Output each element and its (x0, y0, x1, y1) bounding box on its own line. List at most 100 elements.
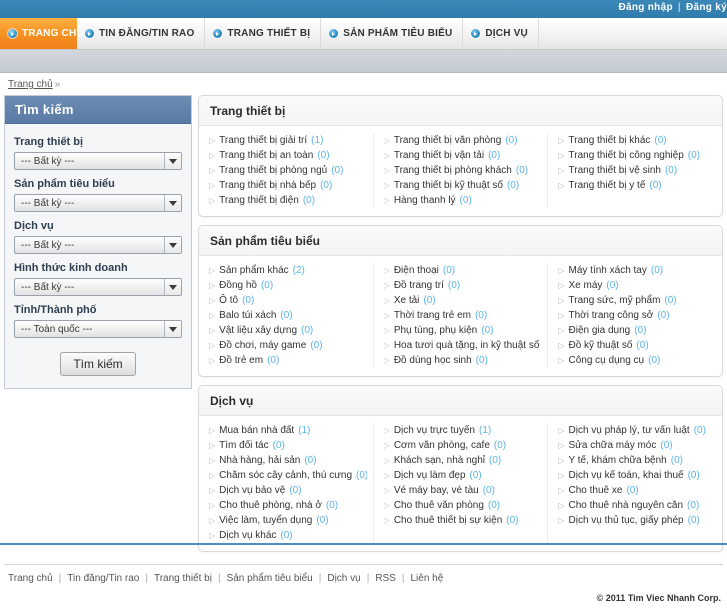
category-link[interactable]: Sửa chữa máy móc (569, 438, 657, 453)
footer-link[interactable]: Trang thiết bị (154, 573, 212, 584)
category-item[interactable]: ▷Sửa chữa máy móc(0) (558, 438, 716, 453)
category-link[interactable]: Dịch vụ pháp lý, tư vấn luật (569, 423, 690, 438)
category-link[interactable]: Hàng thanh lý (394, 193, 456, 208)
category-link[interactable]: Trang thiết bị giải trí (219, 133, 307, 148)
footer-link[interactable]: RSS (375, 573, 396, 584)
category-item[interactable]: ▷Trang thiết bị vệ sinh(0) (558, 163, 716, 178)
category-link[interactable]: Dịch vụ làm đẹp (394, 468, 466, 483)
filter-select-dich-vu[interactable]: --- Bất kỳ --- (14, 236, 182, 254)
category-item[interactable]: ▷Dịch vụ trực tuyến(1) (384, 423, 542, 438)
category-link[interactable]: Điện thoại (394, 263, 439, 278)
category-link[interactable]: Máy tính xách tay (569, 263, 647, 278)
category-link[interactable]: Trang thiết bị phòng khách (394, 163, 512, 178)
category-link[interactable]: Trang thiết bị vệ sinh (569, 163, 661, 178)
category-item[interactable]: ▷Tìm đối tác(0) (209, 438, 367, 453)
category-item[interactable]: ▷Điện gia dụng(0) (558, 323, 716, 338)
category-item[interactable]: ▷Thời trang công sở(0) (558, 308, 716, 323)
category-item[interactable]: ▷Hàng thanh lý(0) (384, 193, 542, 208)
category-link[interactable]: Đồ kỹ thuật số (569, 338, 633, 353)
category-link[interactable]: Đồ dùng học sinh (394, 353, 472, 368)
category-item[interactable]: ▷Công cụ dụng cụ(0) (558, 353, 716, 368)
category-link[interactable]: Đồng hồ (219, 278, 257, 293)
search-button[interactable]: Tìm kiếm (60, 352, 135, 376)
category-link[interactable]: Cho thuê nhà nguyên căn (569, 498, 684, 513)
filter-select-trang-thiet-bi[interactable]: --- Bất kỳ --- (14, 152, 182, 170)
filter-select-hinh-thuc-kinh-doanh[interactable]: --- Bất kỳ --- (14, 278, 182, 296)
category-item[interactable]: ▷Đồ trẻ em(0) (209, 353, 367, 368)
category-link[interactable]: Ô tô (219, 293, 238, 308)
category-item[interactable]: ▷Đồ dùng học sinh(0) (384, 353, 542, 368)
category-link[interactable]: Y tế, khám chữa bệnh (569, 453, 667, 468)
category-link[interactable]: Công cụ dụng cụ (569, 353, 645, 368)
category-link[interactable]: Việc làm, tuyển dụng (219, 513, 312, 528)
category-item[interactable]: ▷Đồ chơi, máy game(0) (209, 338, 367, 353)
category-item[interactable]: ▷Trang thiết bị an toàn(0) (209, 148, 367, 163)
category-link[interactable]: Đồ chơi, máy game (219, 338, 306, 353)
nav-item-trang-chu[interactable]: TRANG CHỦ (0, 18, 77, 49)
category-link[interactable]: Cho thuê thiết bị sự kiện (394, 513, 502, 528)
category-item[interactable]: ▷Nhà hàng, hải sản(0) (209, 453, 367, 468)
category-item[interactable]: ▷Sản phẩm khác(2) (209, 263, 367, 278)
category-link[interactable]: Trang thiết bị điện (219, 193, 299, 208)
category-item[interactable]: ▷Trang thiết bị kỹ thuật số(0) (384, 178, 542, 193)
footer-link[interactable]: Trang chủ (8, 573, 53, 584)
category-link[interactable]: Khách sạn, nhà nghỉ (394, 453, 485, 468)
category-item[interactable]: ▷Dịch vụ pháp lý, tư vấn luật(0) (558, 423, 716, 438)
category-item[interactable]: ▷Trang thiết bị phòng ngủ(0) (209, 163, 367, 178)
login-link[interactable]: Đăng nhập (619, 2, 673, 13)
nav-item-trang-thiet-bi[interactable]: TRANG THIẾT BỊ (205, 18, 321, 49)
category-link[interactable]: Balo túi xách (219, 308, 276, 323)
category-item[interactable]: ▷Khách sạn, nhà nghỉ(0) (384, 453, 542, 468)
category-link[interactable]: Trang thiết bị an toàn (219, 148, 313, 163)
category-item[interactable]: ▷Vé máy bay, vé tàu(0) (384, 483, 542, 498)
category-link[interactable]: Nhà hàng, hải sản (219, 453, 300, 468)
category-item[interactable]: ▷Đồng hồ(0) (209, 278, 367, 293)
category-link[interactable]: Trang thiết bị y tế (569, 178, 646, 193)
category-item[interactable]: ▷Việc làm, tuyển dụng(0) (209, 513, 367, 528)
category-link[interactable]: Phụ tùng, phụ kiện (394, 323, 477, 338)
category-item[interactable]: ▷Dịch vụ thủ tục, giấy phép(0) (558, 513, 716, 528)
category-item[interactable]: ▷Y tế, khám chữa bệnh(0) (558, 453, 716, 468)
category-link[interactable]: Thời trang công sở (569, 308, 654, 323)
category-item[interactable]: ▷Cho thuê thiết bị sự kiện(0) (384, 513, 542, 528)
category-link[interactable]: Xe tải (394, 293, 420, 308)
category-item[interactable]: ▷Trang sức, mỹ phẩm(0) (558, 293, 716, 308)
category-link[interactable]: Trang thiết bị nhà bếp (219, 178, 316, 193)
category-link[interactable]: Dịch vụ bảo vệ (219, 483, 285, 498)
category-item[interactable]: ▷Đồ trang trí(0) (384, 278, 542, 293)
category-link[interactable]: Điện gia dụng (569, 323, 631, 338)
category-item[interactable]: ▷Trang thiết bị vận tải(0) (384, 148, 542, 163)
category-item[interactable]: ▷Vật liệu xây dựng(0) (209, 323, 367, 338)
category-link[interactable]: Trang thiết bị phòng ngủ (219, 163, 327, 178)
category-link[interactable]: Mua bán nhà đất (219, 423, 294, 438)
category-item[interactable]: ▷Dịch vụ khác(0) (209, 528, 367, 543)
category-link[interactable]: Trang thiết bị khác (569, 133, 651, 148)
register-link[interactable]: Đăng ký (686, 2, 727, 13)
category-item[interactable]: ▷Dịch vụ kế toán, khai thuế(0) (558, 468, 716, 483)
category-item[interactable]: ▷Máy tính xách tay(0) (558, 263, 716, 278)
filter-select-san-pham-tieu-bieu[interactable]: --- Bất kỳ --- (14, 194, 182, 212)
category-link[interactable]: Trang thiết bị kỹ thuật số (394, 178, 503, 193)
category-link[interactable]: Đồ trẻ em (219, 353, 263, 368)
footer-link[interactable]: Tin đăng/Tin rao (67, 573, 139, 584)
category-item[interactable]: ▷Cơm văn phòng, cafe(0) (384, 438, 542, 453)
category-link[interactable]: Vé máy bay, vé tàu (394, 483, 479, 498)
category-item[interactable]: ▷Đồ kỹ thuật số(0) (558, 338, 716, 353)
nav-item-tin-dang-tin-rao[interactable]: TIN ĐĂNG/TIN RAO (77, 18, 205, 49)
category-link[interactable]: Dịch vụ khác (219, 528, 276, 543)
category-item[interactable]: ▷Trang thiết bị khác(0) (558, 133, 716, 148)
category-item[interactable]: ▷Điện thoại(0) (384, 263, 542, 278)
category-link[interactable]: Trang sức, mỹ phẩm (569, 293, 661, 308)
nav-item-dich-vu[interactable]: DỊCH VỤ (463, 18, 539, 49)
category-item[interactable]: ▷Cho thuê phòng, nhà ở(0) (209, 498, 367, 513)
category-link[interactable]: Xe máy (569, 278, 603, 293)
category-item[interactable]: ▷Trang thiết bị phòng khách(0) (384, 163, 542, 178)
category-item[interactable]: ▷Balo túi xách(0) (209, 308, 367, 323)
category-item[interactable]: ▷Ô tô(0) (209, 293, 367, 308)
category-item[interactable]: ▷Trang thiết bị điện(0) (209, 193, 367, 208)
category-item[interactable]: ▷Trang thiết bị y tế(0) (558, 178, 716, 193)
category-item[interactable]: ▷Dịch vụ bảo vệ(0) (209, 483, 367, 498)
footer-link[interactable]: Sản phẩm tiêu biểu (227, 573, 313, 584)
category-item[interactable]: ▷Dịch vụ làm đẹp(0) (384, 468, 542, 483)
category-link[interactable]: Đồ trang trí (394, 278, 444, 293)
